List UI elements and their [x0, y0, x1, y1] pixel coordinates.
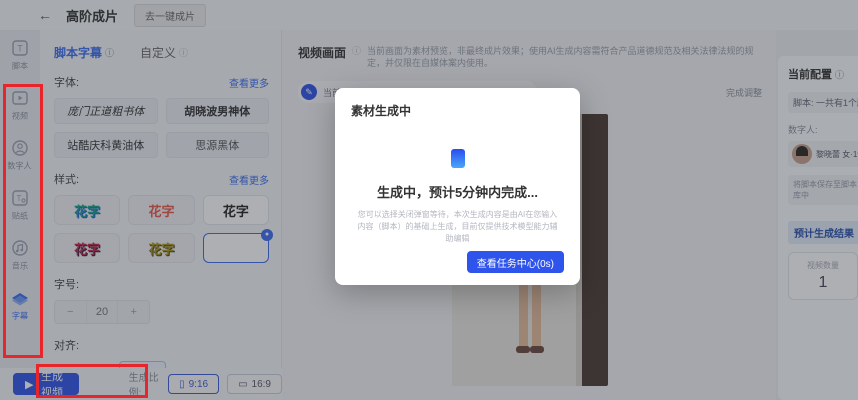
modal-headline: 生成中，预计5分钟内完成... — [351, 182, 564, 201]
generating-modal: 素材生成中 生成中，预计5分钟内完成... 您可以选择关闭弹窗等待，本次生成内容… — [335, 88, 580, 285]
modal-description: 您可以选择关闭弹窗等待，本次生成内容是由AI在您输入内容（脚本）的基础上生成，目… — [351, 209, 564, 245]
loading-spinner — [451, 149, 465, 168]
modal-title: 素材生成中 — [351, 102, 564, 119]
app-window: ← 高阶成片 去一键成片 T 脚本 视频 数字人 T 贴纸 音乐 字幕 — [0, 0, 858, 400]
task-center-button[interactable]: 查看任务中心(0s) — [467, 251, 564, 273]
